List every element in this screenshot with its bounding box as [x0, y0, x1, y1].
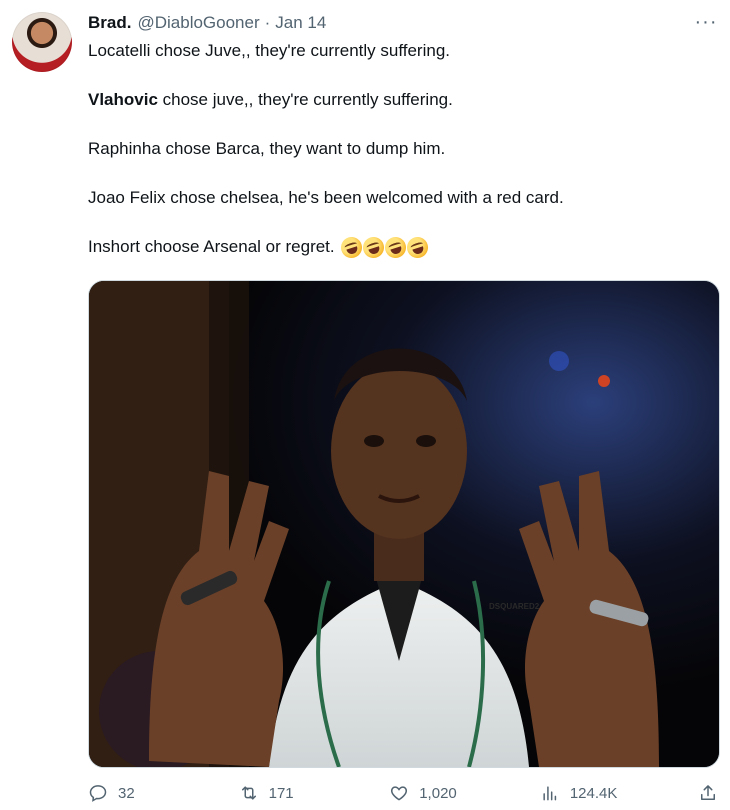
emoji-row [337, 234, 431, 261]
views-count: 124.4K [569, 784, 618, 802]
laughing-emoji-icon [381, 234, 409, 261]
tweet-actions: 32 171 1,020 124.4K [88, 778, 718, 808]
share-icon [700, 785, 715, 800]
laughing-emoji-icon [403, 234, 431, 261]
like-count: 1,020 [419, 784, 457, 802]
tweet-date[interactable]: Jan 14 [275, 13, 326, 33]
reply-button[interactable]: 32 [88, 783, 158, 803]
shirt-brand-label: DSQUARED2 [489, 602, 540, 611]
tweet-line-2-rest: chose juve,, they're currently suffering… [157, 90, 453, 109]
tweet-photo: DSQUARED2 [89, 281, 719, 767]
like-button[interactable]: 1,020 [389, 783, 459, 803]
retweet-button[interactable]: 171 [239, 783, 309, 803]
views-button[interactable]: 124.4K [540, 783, 618, 803]
author-avatar[interactable] [12, 12, 72, 72]
tweet-line-2: Vlahovic chose juve,, they're currently … [88, 89, 718, 111]
views-icon [543, 786, 556, 801]
tweet-line-5-text: Inshort choose Arsenal or regret. [88, 237, 335, 256]
tweet-line-5: Inshort choose Arsenal or regret. [88, 234, 718, 261]
reply-count: 32 [118, 784, 135, 802]
tweet-line-1: Locatelli chose Juve,, they're currently… [88, 41, 451, 60]
retweet-icon [241, 786, 256, 800]
author-handle[interactable]: @DiabloGooner [137, 13, 259, 33]
retweet-count: 171 [268, 784, 294, 802]
like-icon [391, 786, 408, 801]
more-icon[interactable]: ··· [692, 8, 720, 36]
reply-icon [89, 785, 107, 802]
tweet-line-3: Raphinha chose Barca, they want to dump … [88, 139, 446, 158]
tweet-line-4: Joao Felix chose chelsea, he's been welc… [88, 188, 564, 207]
tweet-text: Locatelli chose Juve,, they're currently… [88, 40, 718, 261]
laughing-emoji-icon [359, 234, 387, 261]
separator-dot: · [264, 13, 271, 32]
bold-name: Vlahovic [88, 90, 158, 109]
tweet-image[interactable]: DSQUARED2 [88, 280, 720, 768]
tweet-header: Brad. @DiabloGooner · Jan 14 [88, 12, 710, 34]
author-name[interactable]: Brad. [88, 13, 131, 33]
share-button[interactable] [698, 783, 718, 803]
laughing-emoji-icon [337, 234, 365, 261]
